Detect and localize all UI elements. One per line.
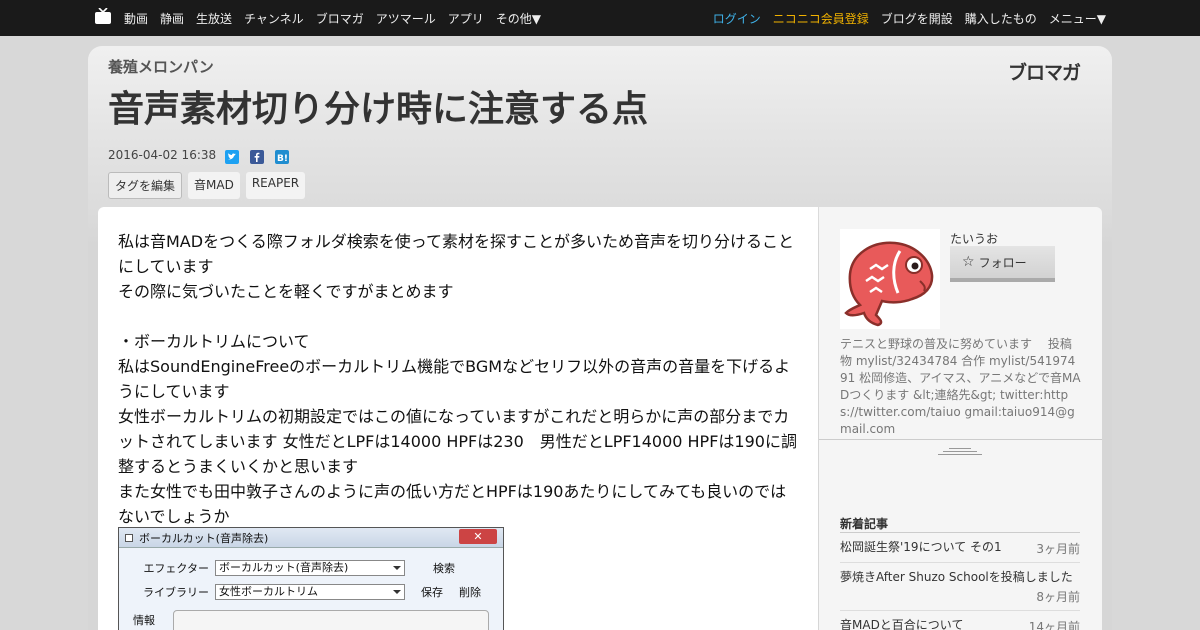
search-button: 検索 [433, 562, 455, 575]
article-paragraph: 私は音MADをつくる際フォルダ検索を使って素材を探すことが多いため音声を切り分け… [118, 232, 794, 276]
article-paragraph: 私はSoundEngineFreeのボーカルトリム機能でBGMなどセリフ以外の音… [118, 357, 791, 401]
blog-name[interactable]: 養殖メロンパン [108, 56, 214, 77]
edit-tags-button[interactable]: タグを編集 [108, 172, 183, 199]
nav-item-blomaga[interactable]: ブロマガ [316, 10, 364, 27]
article-blank-line [118, 304, 800, 329]
hatena-bookmark-icon[interactable]: B! [275, 150, 289, 164]
library-row: ライブラリー 女性ボーカルトリム 保存 削除 [119, 582, 481, 602]
author-profile: テニスと野球の普及に努めています 投稿物 mylist/32434784 合作 … [840, 337, 1081, 436]
library-select: 女性ボーカルトリム [215, 584, 405, 600]
recent-post-item[interactable]: 夢焼きAfter Shuzo Schoolを投稿しました 8ヶ月前 [840, 568, 1080, 604]
article-paragraph: また女性でも田中敦子さんのように声の低い方だとHPFは190あたりにしてみても良… [118, 482, 787, 526]
delete-button: 削除 [459, 586, 481, 599]
effector-row: エフェクター ボーカルカット(音声除去) 検索 [119, 558, 455, 578]
dialog-titlebar: ボーカルカット(音声除去) [119, 528, 503, 548]
recent-post-age: 14ヶ月前 [1028, 620, 1080, 630]
dialog-title: ボーカルカット(音声除去) [139, 531, 269, 545]
article-screenshot-image: ボーカルカット(音声除去) ✕ エフェクター ボーカルカット(音声除去) 検索 … [118, 527, 504, 630]
sidebar-divider [819, 439, 1102, 440]
global-nav-bar: 動画 静画 生放送 チャンネル ブロマガ アツマール アプリ その他▼ ログイン… [0, 0, 1200, 36]
menu-dropdown[interactable]: メニュー▼ [1049, 10, 1106, 27]
info-label: 情報 [133, 614, 155, 627]
nav-item-channel[interactable]: チャンネル [244, 10, 304, 27]
list-divider [840, 610, 1080, 611]
page-title: 音声素材切り分け時に注意する点 [108, 89, 649, 130]
window-icon [125, 533, 133, 542]
nav-item-atsumaru[interactable]: アツマール [376, 10, 436, 27]
recent-post-title[interactable]: 夢焼きAfter Shuzo Schoolを投稿しました [840, 568, 1080, 586]
nav-right-menu: ログイン ニコニコ会員登録 ブログを開設 購入したもの メニュー▼ [701, 0, 1106, 36]
article-body: 私は音MADをつくる際フォルダ検索を使って素材を探すことが多いため音声を切り分け… [118, 229, 800, 529]
recent-post-age: 8ヶ月前 [1036, 590, 1080, 604]
purchased-link[interactable]: 購入したもの [965, 10, 1037, 27]
star-icon: ☆ [962, 254, 975, 270]
collapse-handle-icon[interactable] [938, 446, 982, 455]
nav-item-other[interactable]: その他▼ [496, 10, 541, 27]
list-divider [840, 562, 1080, 563]
nav-item-seiga[interactable]: 静画 [160, 10, 184, 27]
facebook-share-icon[interactable] [250, 150, 264, 164]
recent-post-item[interactable]: 音MADと百合について 14ヶ月前 [840, 616, 1080, 630]
article-paragraph: 女性ボーカルトリムの初期設定ではこの値になっていますがこれだと明らかに声の部分ま… [118, 407, 797, 476]
nav-item-video[interactable]: 動画 [124, 10, 148, 27]
nav-item-live[interactable]: 生放送 [196, 10, 232, 27]
follow-button[interactable]: ☆ フォロー [950, 246, 1055, 282]
follow-label: フォロー [978, 255, 1027, 270]
avatar[interactable] [840, 229, 940, 329]
effector-select: ボーカルカット(音声除去) [215, 560, 405, 576]
article-paragraph: その際に気づいたことを軽くですがまとめます [118, 282, 454, 301]
recent-post-age: 3ヶ月前 [1036, 542, 1080, 556]
register-link[interactable]: ニコニコ会員登録 [773, 10, 869, 27]
tag-list: タグを編集 音MAD REAPER [108, 172, 306, 199]
close-icon: ✕ [459, 529, 497, 544]
fish-avatar-icon [844, 241, 934, 327]
heading-divider [840, 532, 1080, 533]
library-label: ライブラリー [143, 586, 209, 599]
recent-posts-heading: 新着記事 [840, 517, 889, 531]
login-link[interactable]: ログイン [713, 10, 761, 27]
open-blog-link[interactable]: ブログを開設 [881, 10, 953, 27]
niconico-tv-icon[interactable] [94, 8, 112, 25]
tag-item[interactable]: REAPER [245, 172, 306, 199]
post-date: 2016-04-02 16:38 [108, 148, 217, 162]
recent-post-item[interactable]: 松岡誕生祭'19について その1 3ヶ月前 [840, 538, 1080, 556]
author-name[interactable]: たいうお [950, 230, 998, 247]
effector-label: エフェクター [143, 562, 209, 575]
tag-item[interactable]: 音MAD [188, 172, 240, 199]
article-paragraph: ・ボーカルトリムについて [118, 332, 310, 351]
blomaga-logo[interactable]: ブロマガ [1008, 58, 1081, 85]
nav-item-app[interactable]: アプリ [448, 10, 484, 27]
twitter-share-icon[interactable] [225, 150, 239, 164]
nav-left-menu: 動画 静画 生放送 チャンネル ブロマガ アツマール アプリ その他▼ [124, 0, 553, 36]
save-button: 保存 [421, 586, 443, 599]
info-box [173, 610, 489, 630]
svg-text:B!: B! [277, 154, 288, 164]
